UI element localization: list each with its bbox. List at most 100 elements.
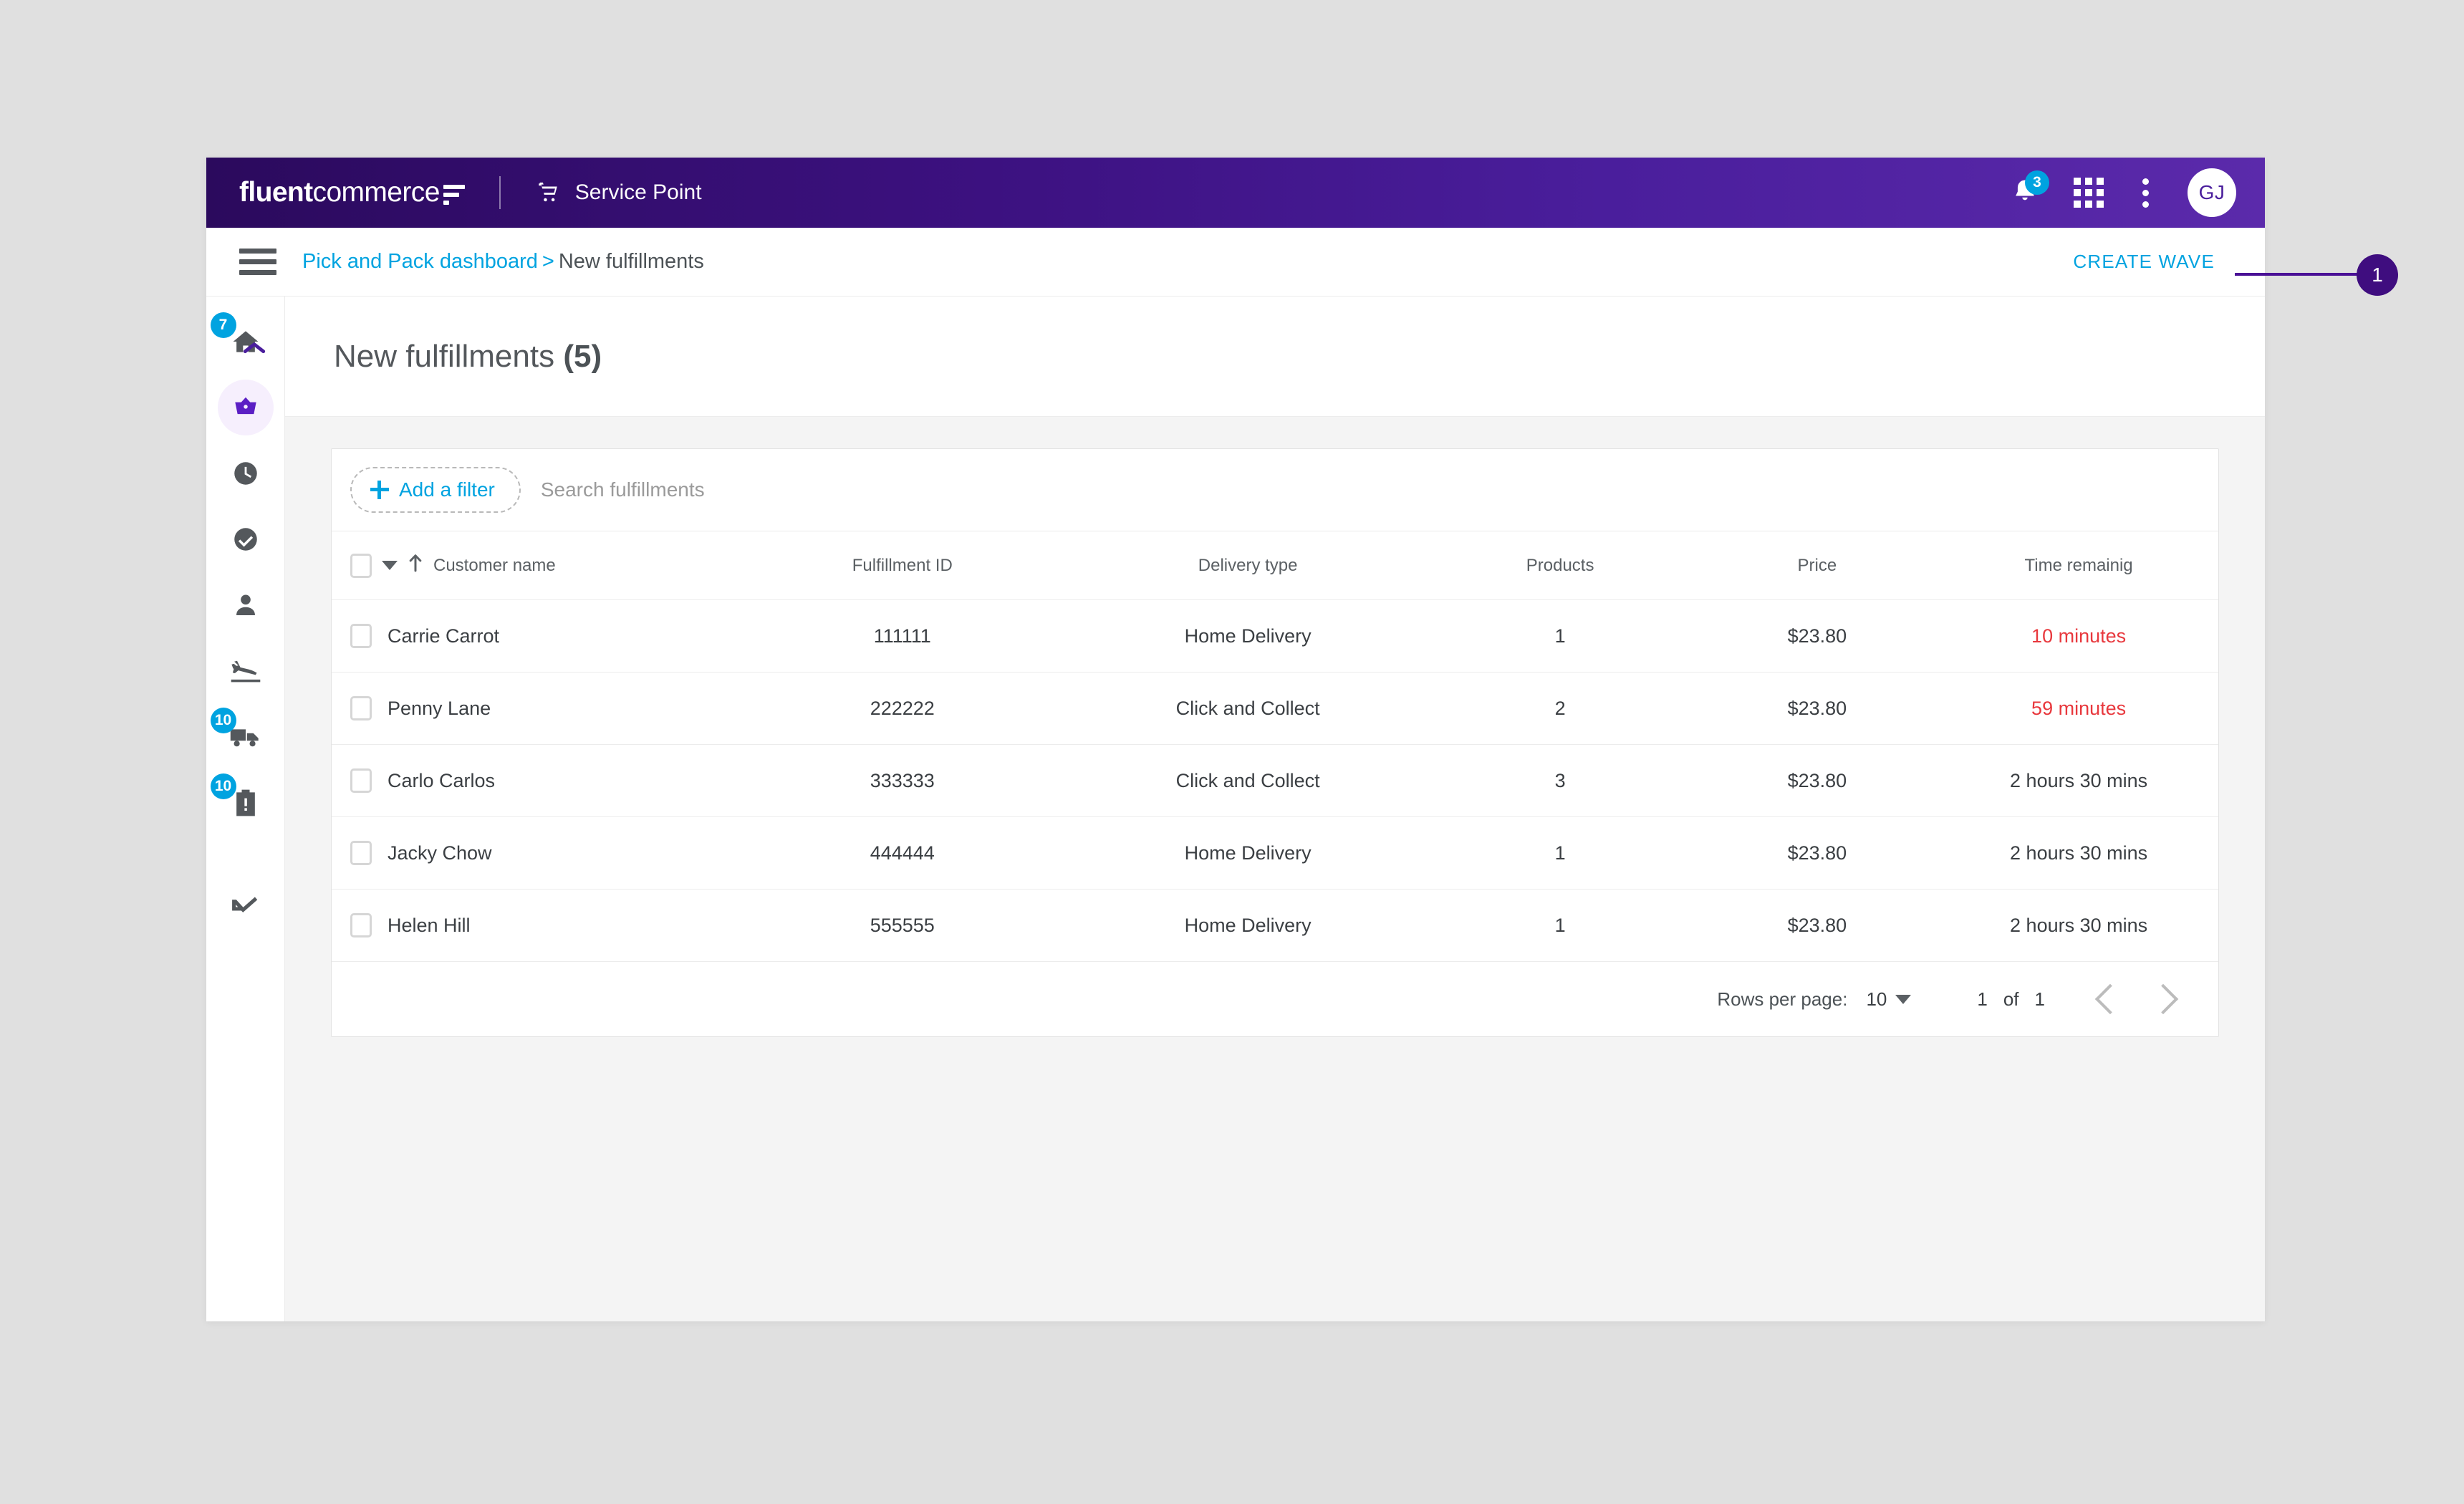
create-wave-button[interactable]: CREATE WAVE — [2073, 251, 2215, 273]
apps-grid-icon[interactable] — [2074, 178, 2104, 208]
cell-time-remaining: 2 hours 30 mins — [1939, 890, 2218, 962]
cell-delivery-type: Click and Collect — [1071, 745, 1425, 817]
annotation-marker-1: 1 — [2357, 254, 2398, 296]
cell-fulfillment-id: 555555 — [734, 890, 1071, 962]
fulfillments-table: Customer name Fulfillment ID Delivery ty… — [332, 531, 2218, 962]
cell-fulfillment-id: 222222 — [734, 673, 1071, 745]
of-label: of — [2003, 988, 2019, 1011]
rows-per-page-value: 10 — [1866, 988, 1887, 1011]
table-row[interactable]: Penny Lane222222Click and Collect2$23.80… — [332, 673, 2218, 745]
header-customer-name[interactable]: Customer name — [332, 531, 734, 600]
header-customer-name-label: Customer name — [433, 556, 556, 576]
hamburger-menu-icon[interactable] — [239, 249, 276, 275]
add-filter-button[interactable]: Add a filter — [350, 467, 521, 513]
top-navigation-bar: fluentcommerce Service Point 3 — [206, 158, 2265, 228]
cart-icon — [535, 180, 561, 205]
sidebar-item-home[interactable]: 7 — [218, 314, 274, 370]
header-time-remaining[interactable]: Time remainig — [1939, 531, 2218, 600]
sidebar-item-exceptions[interactable]: 10 — [218, 775, 274, 831]
notifications-button[interactable]: 3 — [2009, 176, 2042, 209]
cell-price: $23.80 — [1695, 600, 1940, 673]
total-pages: 1 — [2035, 988, 2045, 1011]
brand-logo[interactable]: fluentcommerce — [239, 158, 465, 228]
main-content: New fulfillments (5) Add a filter — [285, 297, 2265, 1321]
brand-logo-text: fluentcommerce — [239, 177, 440, 208]
page-title-count: (5) — [563, 339, 602, 374]
rows-per-page-label: Rows per page: — [1717, 988, 1847, 1011]
breadcrumb-parent-link[interactable]: Pick and Pack dashboard — [302, 250, 538, 273]
sort-ascending-icon[interactable] — [408, 553, 423, 578]
customer-name-text: Jacky Chow — [388, 842, 492, 864]
cell-products: 3 — [1425, 745, 1695, 817]
notification-badge: 3 — [2025, 170, 2049, 195]
sidebar-item-basket[interactable] — [218, 380, 274, 435]
row-checkbox[interactable] — [350, 768, 372, 793]
cell-products: 1 — [1425, 890, 1695, 962]
row-checkbox[interactable] — [350, 841, 372, 865]
cell-customer-name: Helen Hill — [332, 890, 734, 962]
header-delivery-type[interactable]: Delivery type — [1071, 531, 1425, 600]
pagination-bar: Rows per page: 10 1 of 1 — [332, 962, 2218, 1036]
brand-logo-light: commerce — [313, 177, 440, 208]
row-checkbox[interactable] — [350, 696, 372, 720]
sidebar-item-arrivals[interactable] — [218, 643, 274, 699]
sidebar-item-completed[interactable] — [218, 511, 274, 567]
rows-per-page-caret-down-icon — [1895, 995, 1911, 1004]
cell-customer-name: Penny Lane — [332, 673, 734, 745]
header-products[interactable]: Products — [1425, 531, 1695, 600]
table-header-row: Customer name Fulfillment ID Delivery ty… — [332, 531, 2218, 600]
cell-delivery-type: Click and Collect — [1071, 673, 1425, 745]
app-window: fluentcommerce Service Point 3 — [206, 158, 2265, 1321]
cell-customer-name: Jacky Chow — [332, 817, 734, 890]
page-header: New fulfillments (5) — [285, 297, 2265, 417]
header-fulfillment-id[interactable]: Fulfillment ID — [734, 531, 1071, 600]
table-row[interactable]: Carlo Carlos 333333Click and Collect3$23.… — [332, 745, 2218, 817]
customer-name-text: Carlo Carlos — [388, 770, 495, 792]
select-all-checkbox[interactable] — [350, 554, 372, 578]
table-row[interactable]: Helen Hill555555Home Delivery1$23.802 ho… — [332, 890, 2218, 962]
cell-price: $23.80 — [1695, 817, 1940, 890]
topbar-divider — [499, 176, 501, 209]
cell-time-remaining: 2 hours 30 mins — [1939, 745, 2218, 817]
pagination-arrows — [2099, 988, 2174, 1010]
kebab-menu-icon[interactable] — [2135, 175, 2156, 211]
row-checkbox[interactable] — [350, 624, 372, 648]
cell-delivery-type: Home Delivery — [1071, 890, 1425, 962]
sidebar-item-customer[interactable] — [218, 577, 274, 633]
avatar[interactable]: GJ — [2188, 168, 2236, 217]
sidebar-item-pending[interactable] — [218, 445, 274, 501]
cell-customer-name: Carrie Carrot — [332, 600, 734, 673]
annotation-leader-line — [2235, 273, 2375, 276]
cell-delivery-type: Home Delivery — [1071, 600, 1425, 673]
cell-fulfillment-id: 111111 — [734, 600, 1071, 673]
cell-customer-name: Carlo Carlos — [332, 745, 734, 817]
chevron-up-icon[interactable] — [242, 339, 266, 355]
cell-price: $23.80 — [1695, 745, 1940, 817]
row-checkbox[interactable] — [350, 913, 372, 937]
page-title-text: New fulfillments — [334, 339, 554, 374]
cell-fulfillment-id: 333333 — [734, 745, 1071, 817]
breadcrumb: Pick and Pack dashboard>New fulfillments — [302, 250, 704, 274]
chevron-right-icon[interactable] — [2148, 984, 2178, 1014]
table-row[interactable]: Jacky Chow444444Home Delivery1$23.802 ho… — [332, 817, 2218, 890]
cell-time-remaining: 10 minutes — [1939, 600, 2218, 673]
rows-per-page-select[interactable]: 10 — [1866, 988, 1911, 1011]
search-input[interactable] — [541, 478, 2218, 501]
chevron-left-icon[interactable] — [2095, 984, 2125, 1014]
home-badge: 7 — [211, 312, 236, 338]
customer-name-text: Carrie Carrot — [388, 625, 499, 647]
cell-delivery-type: Home Delivery — [1071, 817, 1425, 890]
exceptions-badge: 10 — [211, 773, 236, 799]
page-title: New fulfillments (5) — [334, 339, 602, 375]
sidebar-item-shipments[interactable]: 10 — [218, 709, 274, 765]
caret-down-icon[interactable] — [382, 561, 398, 570]
table-row[interactable]: Carrie Carrot111111Home Delivery1$23.801… — [332, 600, 2218, 673]
app-name-block[interactable]: Service Point — [535, 180, 702, 205]
sidebar-item-trend[interactable] — [218, 881, 274, 937]
page-indicator: 1 of 1 — [1977, 988, 2045, 1011]
cell-time-remaining: 2 hours 30 mins — [1939, 817, 2218, 890]
table-body: Carrie Carrot111111Home Delivery1$23.801… — [332, 600, 2218, 962]
header-price[interactable]: Price — [1695, 531, 1940, 600]
brand-mark-icon — [443, 185, 465, 205]
topbar-actions: 3 GJ — [2009, 158, 2236, 228]
